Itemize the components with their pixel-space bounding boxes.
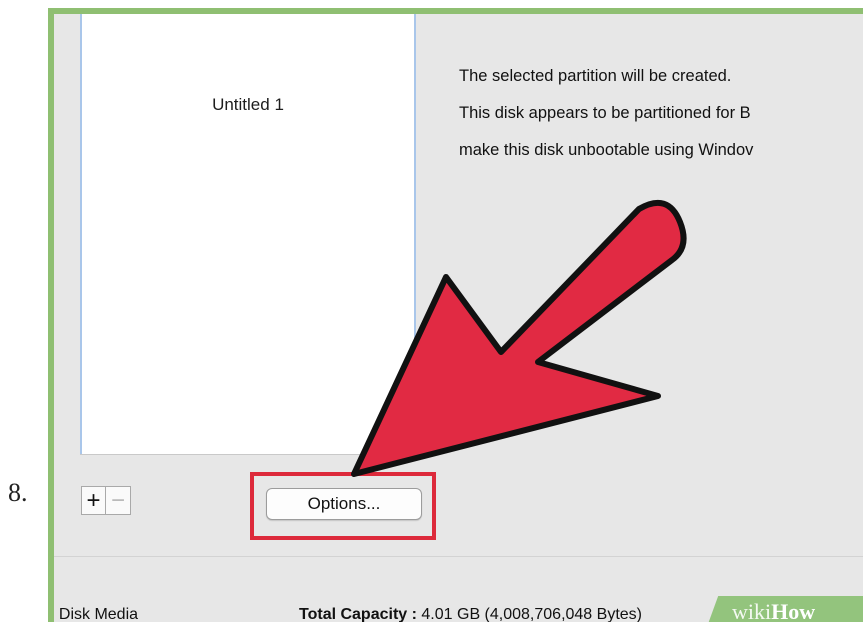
disk-utility-panel: Untitled 1 The selected partition will b… xyxy=(54,14,863,622)
screenshot-frame: Untitled 1 The selected partition will b… xyxy=(48,8,863,622)
step-number: 8. xyxy=(8,478,28,507)
red-arrow-icon xyxy=(351,199,687,477)
